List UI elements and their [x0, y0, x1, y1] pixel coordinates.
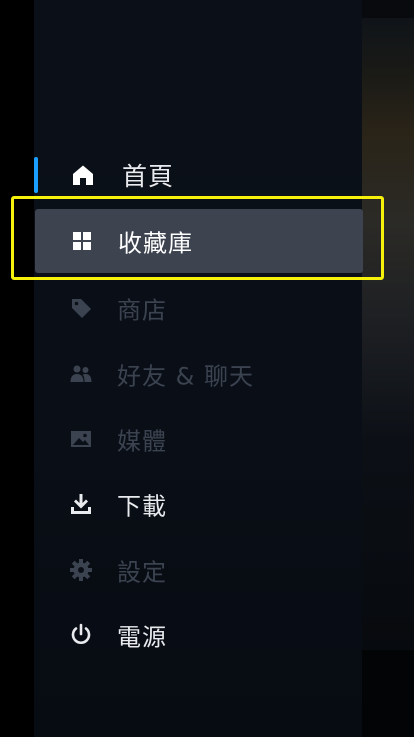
- menu-item-friends-chat[interactable]: 好友 & 聊天: [34, 342, 362, 406]
- tag-icon: [68, 295, 94, 321]
- home-icon: [70, 162, 96, 188]
- menu-item-downloads[interactable]: 下載: [34, 472, 362, 536]
- menu-item-label: 下載: [117, 492, 167, 521]
- focus-highlight: [11, 196, 384, 280]
- menu-item-settings[interactable]: 設定: [34, 538, 362, 602]
- download-icon: [68, 491, 94, 517]
- power-icon: [68, 622, 94, 648]
- background-content: [362, 0, 414, 737]
- left-edge: [0, 0, 34, 737]
- menu-item-label: 商店: [117, 296, 167, 325]
- menu-item-store[interactable]: 商店: [34, 276, 362, 340]
- menu-item-media[interactable]: 媒體: [34, 407, 362, 471]
- menu-item-label: 電源: [117, 623, 167, 652]
- menu-item-label: 好友 & 聊天: [117, 362, 254, 391]
- friends-icon: [68, 361, 94, 387]
- gear-icon: [68, 557, 94, 583]
- background-bottom-band: [362, 650, 414, 737]
- menu-item-power[interactable]: 電源: [34, 603, 362, 667]
- image-icon: [68, 426, 94, 452]
- menu-item-label: 媒體: [117, 427, 167, 456]
- menu-item-label: 設定: [117, 558, 167, 587]
- menu-item-label: 首頁: [122, 162, 175, 191]
- background-top-band: [362, 0, 414, 18]
